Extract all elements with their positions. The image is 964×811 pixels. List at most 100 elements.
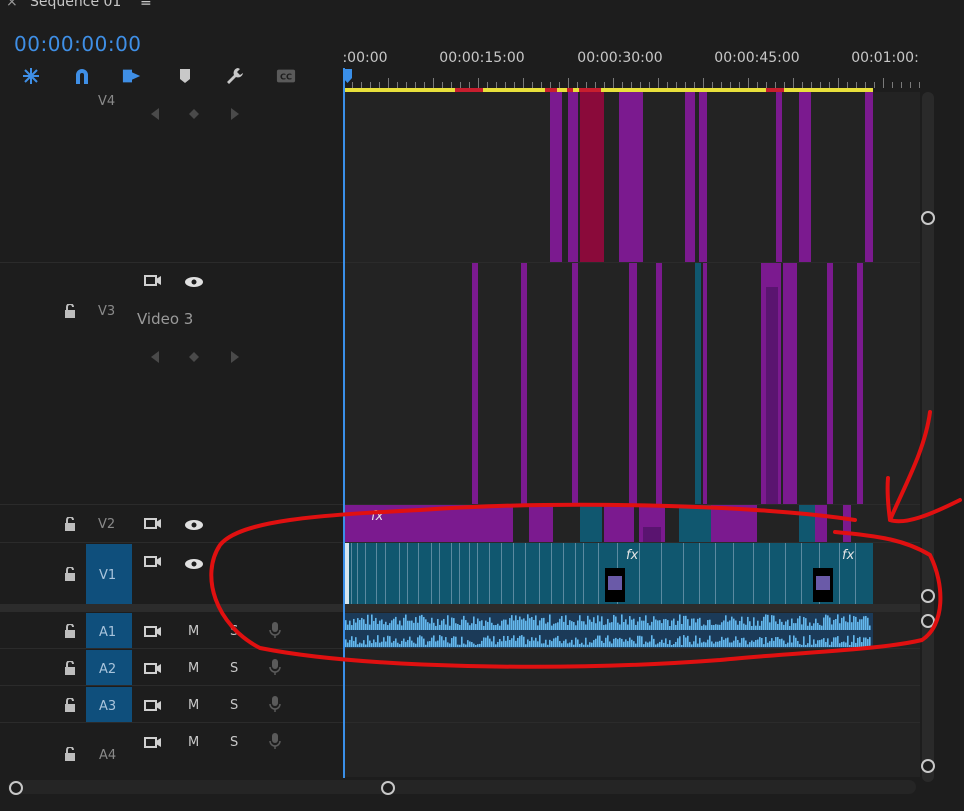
lock-track-icon[interactable] (60, 516, 80, 532)
next-keyframe-icon[interactable] (225, 106, 245, 122)
sequence-tab-title[interactable]: Sequence 01 (30, 0, 121, 10)
track-label-v2[interactable]: V2 (98, 517, 115, 532)
sync-lock-icon[interactable] (143, 515, 163, 531)
mute-track-button[interactable]: M (188, 624, 199, 639)
track-label-a4[interactable]: A4 (99, 748, 116, 763)
voice-over-mic-icon[interactable] (265, 622, 285, 638)
clip[interactable] (827, 263, 833, 504)
waveform-bar (699, 637, 701, 647)
clip[interactable] (685, 92, 695, 262)
clip[interactable] (679, 505, 711, 542)
sync-lock-icon[interactable] (143, 697, 163, 713)
waveform-bar (731, 642, 733, 647)
clip[interactable] (343, 505, 513, 542)
time-ruler[interactable]: :00:00 00:00:15:00 00:00:30:00 00:00:45:… (343, 46, 920, 90)
sync-lock-icon[interactable] (143, 660, 163, 676)
clip[interactable] (572, 263, 578, 504)
clip[interactable] (699, 92, 707, 262)
clip[interactable] (529, 505, 553, 542)
clip[interactable] (580, 505, 602, 542)
clip[interactable] (776, 92, 782, 262)
panel-menu-icon[interactable]: ≡ (140, 0, 152, 10)
clip[interactable] (799, 505, 815, 542)
clip[interactable] (766, 287, 778, 504)
toggle-track-output-eye-icon[interactable] (184, 517, 204, 533)
waveform-bar (847, 622, 849, 630)
timeline-tracks-area[interactable]: fx fx fx (343, 92, 920, 777)
track-label-v4[interactable]: V4 (98, 94, 115, 109)
clip[interactable] (619, 92, 643, 262)
playhead-line[interactable] (343, 68, 345, 778)
add-keyframe-icon[interactable] (184, 106, 204, 122)
previous-keyframe-icon[interactable] (145, 106, 165, 122)
toggle-track-output-eye-icon[interactable] (184, 274, 204, 290)
lock-track-icon[interactable] (60, 303, 80, 319)
clip[interactable] (703, 263, 707, 504)
clip[interactable] (857, 263, 863, 504)
sync-lock-icon[interactable] (143, 272, 163, 288)
lock-track-icon[interactable] (60, 623, 80, 639)
snap-magnet-icon[interactable] (72, 66, 92, 86)
track-label-a1[interactable]: A1 (99, 625, 116, 640)
wrench-settings-icon[interactable] (225, 66, 245, 86)
track-label-v3[interactable]: V3 (98, 304, 115, 319)
close-tab-icon[interactable]: × (6, 0, 18, 10)
next-keyframe-icon[interactable] (225, 349, 245, 365)
insert-nest-icon[interactable] (21, 66, 41, 86)
horizontal-zoom-handle-left[interactable] (9, 781, 23, 795)
audio-clip-a1[interactable] (343, 613, 873, 648)
sync-lock-icon[interactable] (143, 623, 163, 639)
solo-track-button[interactable]: S (230, 624, 238, 639)
vertical-scrollbar[interactable] (922, 92, 934, 782)
add-marker-icon[interactable] (175, 66, 195, 86)
clip[interactable] (799, 92, 811, 262)
clip[interactable] (843, 505, 851, 542)
voice-over-mic-icon[interactable] (265, 733, 285, 749)
lock-track-icon[interactable] (60, 566, 80, 582)
clip[interactable] (580, 92, 604, 262)
solo-track-button[interactable]: S (230, 735, 238, 750)
clip[interactable] (656, 263, 662, 504)
mute-track-button[interactable]: M (188, 735, 199, 750)
track-label-a3[interactable]: A3 (99, 699, 116, 714)
clip[interactable] (521, 263, 527, 504)
voice-over-mic-icon[interactable] (265, 696, 285, 712)
waveform-bar (399, 620, 401, 630)
clip[interactable] (604, 505, 634, 542)
clip[interactable] (472, 263, 478, 504)
playhead-timecode[interactable]: 00:00:00:00 (14, 32, 142, 56)
solo-track-button[interactable]: S (230, 661, 238, 676)
track-name-video-3[interactable]: Video 3 (137, 310, 193, 328)
track-label-v1[interactable]: V1 (99, 568, 116, 583)
track-label-a2[interactable]: A2 (99, 662, 116, 677)
previous-keyframe-icon[interactable] (145, 349, 165, 365)
clip[interactable] (568, 92, 578, 262)
linked-selection-icon[interactable] (122, 66, 142, 86)
clip[interactable] (550, 92, 562, 262)
solo-track-button[interactable]: S (230, 698, 238, 713)
mute-track-button[interactable]: M (188, 661, 199, 676)
vertical-zoom-handle[interactable] (921, 211, 935, 225)
clip[interactable] (815, 505, 827, 542)
horizontal-scrollbar[interactable] (8, 780, 916, 794)
vertical-zoom-handle[interactable] (921, 614, 935, 628)
captions-cc-icon[interactable]: CC (276, 66, 296, 86)
lock-track-icon[interactable] (60, 746, 80, 762)
clip[interactable] (695, 263, 701, 504)
clip[interactable] (783, 263, 797, 504)
clip[interactable] (711, 505, 757, 542)
clip[interactable] (629, 263, 637, 504)
clip[interactable] (643, 527, 661, 542)
mute-track-button[interactable]: M (188, 698, 199, 713)
sync-lock-icon[interactable] (143, 553, 163, 569)
lock-track-icon[interactable] (60, 697, 80, 713)
horizontal-zoom-handle-right[interactable] (381, 781, 395, 795)
lock-track-icon[interactable] (60, 660, 80, 676)
toggle-track-output-eye-icon[interactable] (184, 556, 204, 572)
vertical-zoom-handle[interactable] (921, 589, 935, 603)
vertical-zoom-handle[interactable] (921, 759, 935, 773)
sync-lock-icon[interactable] (143, 734, 163, 750)
clip[interactable] (865, 92, 873, 262)
add-keyframe-icon[interactable] (184, 349, 204, 365)
voice-over-mic-icon[interactable] (265, 659, 285, 675)
